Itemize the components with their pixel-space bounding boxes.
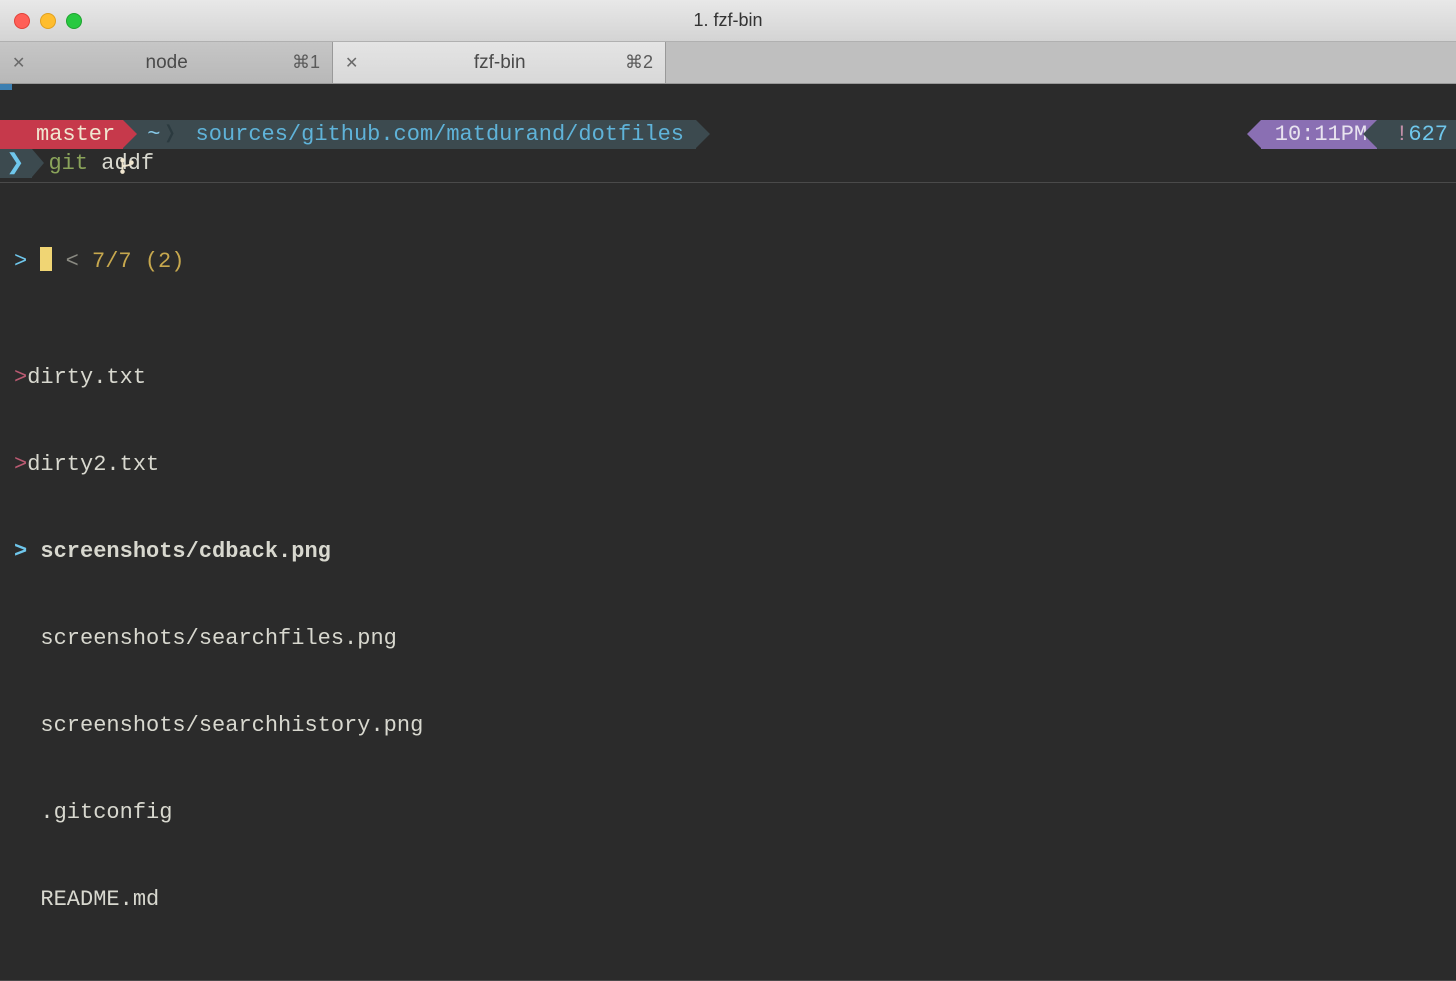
prompt: master ~ ❭ sources/github.com/matdurand/… [0, 120, 1456, 149]
tab-shortcut: ⌘1 [292, 52, 320, 73]
close-tab-icon[interactable]: ✕ [345, 53, 358, 73]
titlebar: 1. fzf-bin [0, 0, 1456, 42]
time-segment: 10:11PM [1261, 120, 1377, 149]
list-item[interactable]: screenshots/searchfiles.png [14, 624, 1442, 653]
selected-marker-icon: > [14, 452, 27, 477]
selected-marker-icon: > [14, 365, 27, 390]
path-segment: sources/github.com/matdurand/dotfiles [190, 120, 696, 149]
file-name: screenshots/cdback.png [40, 539, 330, 564]
list-item-current[interactable]: > screenshots/cdback.png [14, 537, 1442, 566]
file-name: .gitconfig [40, 800, 172, 825]
list-item[interactable]: >dirty.txt [14, 363, 1442, 392]
file-name: README.md [40, 887, 159, 912]
tab-shortcut: ⌘2 [625, 52, 653, 73]
list-item[interactable]: README.md [14, 885, 1442, 914]
list-item[interactable]: .gitconfig [14, 798, 1442, 827]
tab-label: node [41, 52, 292, 74]
current-marker-icon: > [14, 539, 27, 564]
file-name: screenshots/searchfiles.png [40, 626, 396, 651]
history-segment: !627 [1377, 120, 1456, 149]
branch-name: master [36, 120, 115, 149]
fzf-prompt-right: < [66, 249, 79, 274]
fzf-counter: 7/7 [92, 249, 132, 274]
fzf-finder[interactable]: > < 7/7 (2) >dirty.txt >dirty2.txt > scr… [0, 183, 1456, 978]
cwd-path: sources/github.com/matdurand/dotfiles [196, 120, 684, 149]
tabbar: ✕ node ⌘1 ✕ fzf-bin ⌘2 [0, 42, 1456, 84]
tab-label: fzf-bin [374, 52, 625, 74]
traffic-lights [14, 13, 82, 29]
file-name: dirty2.txt [27, 452, 159, 477]
git-branch-segment: master [0, 120, 123, 149]
fzf-prompt-row[interactable]: > < 7/7 (2) [14, 247, 1442, 276]
list-item[interactable]: screenshots/searchhistory.png [14, 711, 1442, 740]
file-name: screenshots/searchhistory.png [40, 713, 423, 738]
window-title: 1. fzf-bin [693, 10, 762, 31]
zoom-window-button[interactable] [66, 13, 82, 29]
history-bang: ! [1395, 120, 1408, 149]
fzf-cursor [40, 247, 52, 271]
fzf-prompt-left: > [14, 249, 27, 274]
fzf-selected-count: (2) [145, 249, 185, 274]
tab-node[interactable]: ✕ node ⌘1 [0, 42, 333, 83]
tab-fzf-bin[interactable]: ✕ fzf-bin ⌘2 [333, 42, 666, 83]
home-symbol: ~ [147, 120, 160, 149]
minimize-window-button[interactable] [40, 13, 56, 29]
close-window-button[interactable] [14, 13, 30, 29]
list-item[interactable]: >dirty2.txt [14, 450, 1442, 479]
path-separator-icon: ❭ [160, 120, 181, 149]
history-number: 627 [1408, 120, 1448, 149]
command-line[interactable]: ❯ git addf [0, 149, 1456, 178]
prompt-arrow-icon: ❯ [0, 149, 32, 178]
file-name: dirty.txt [27, 365, 146, 390]
close-tab-icon[interactable]: ✕ [12, 53, 25, 73]
terminal[interactable]: master ~ ❭ sources/github.com/matdurand/… [0, 84, 1456, 902]
clock-time: 10:11PM [1275, 120, 1367, 149]
git-branch-icon [12, 126, 30, 144]
